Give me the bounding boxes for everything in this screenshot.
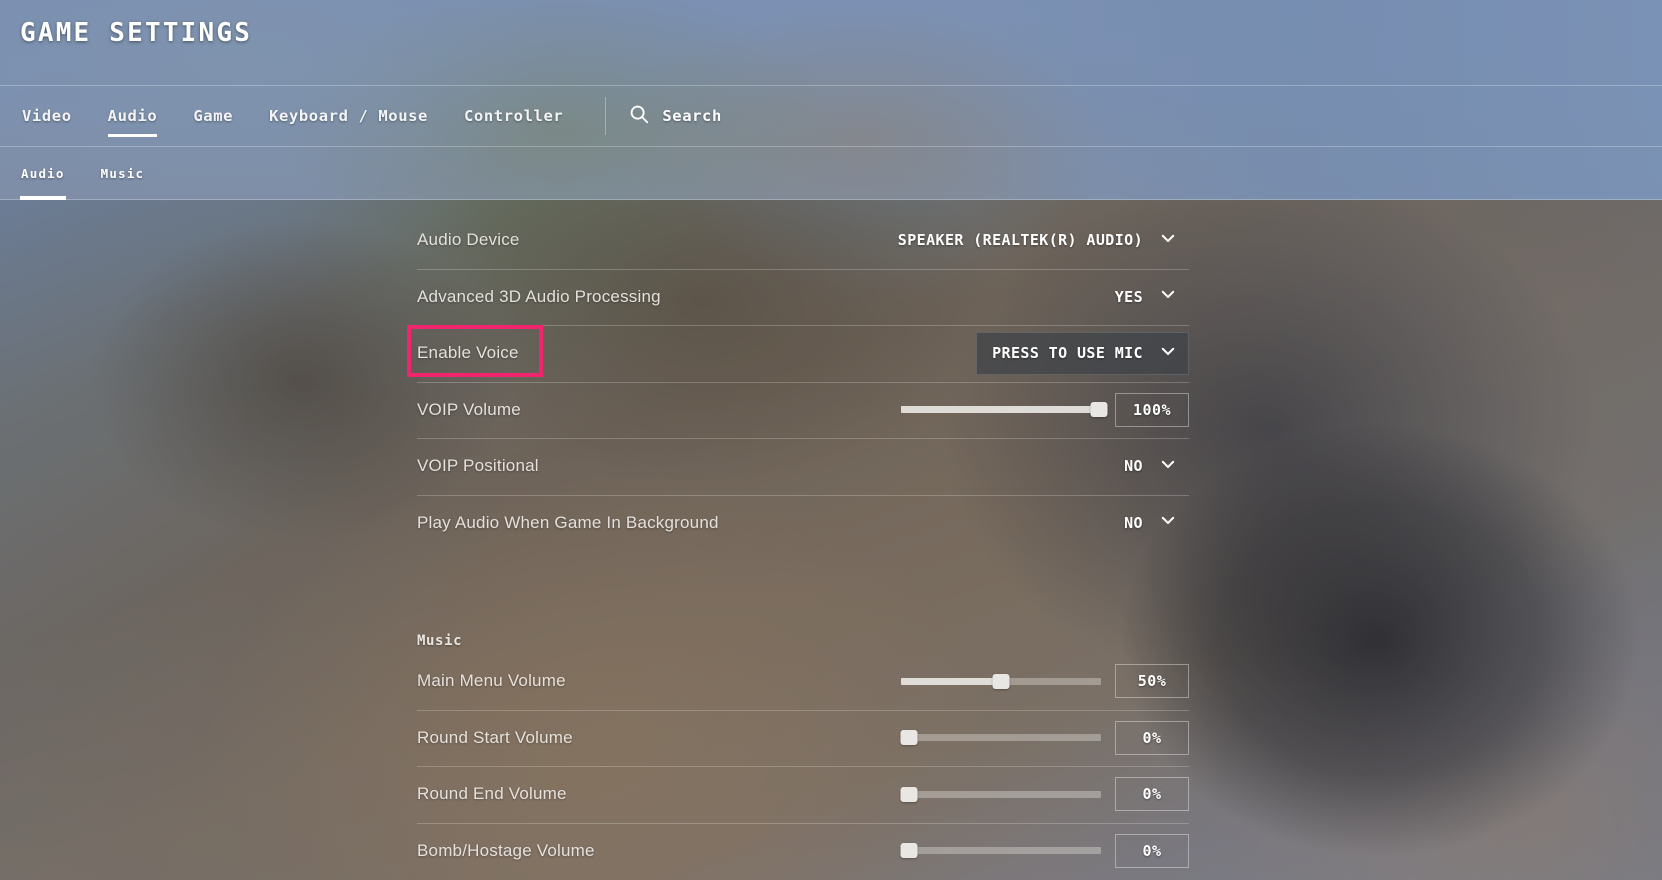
setting-row-round-end-volume: Round End Volume 0% [417,766,1189,823]
voip-positional-dropdown[interactable]: NO [1108,445,1189,488]
dropdown-value: SPEAKER (REALTEK(R) AUDIO) [897,231,1143,250]
slider-knob[interactable] [900,730,918,746]
slider-knob[interactable] [900,786,918,802]
voip-volume-slider[interactable] [901,400,1108,420]
setting-row-audio-device: Audio Device SPEAKER (REALTEK(R) AUDIO) [417,212,1189,269]
dropdown-value: PRESS TO USE MIC [992,344,1143,363]
header: GAME SETTINGS [0,0,1662,85]
bomb-hostage-volume-value[interactable]: 0% [1115,833,1189,868]
round-start-volume-value[interactable]: 0% [1115,720,1189,755]
main-menu-volume-slider[interactable] [901,671,1101,691]
settings-list: Audio Device SPEAKER (REALTEK(R) AUDIO) … [417,212,1189,879]
round-start-volume-slider[interactable] [900,728,1101,748]
tab-audio[interactable]: Audio [107,86,158,146]
page-title: GAME SETTINGS [20,18,253,48]
bomb-hostage-volume-slider[interactable] [900,841,1101,861]
setting-control: NO [1108,445,1189,488]
enable-voice-dropdown[interactable]: PRESS TO USE MIC [976,331,1189,375]
setting-control: SPEAKER (REALTEK(R) AUDIO) [882,219,1189,262]
tab-game[interactable]: Game [193,86,233,146]
setting-label: Play Audio When Game In Background [417,512,719,532]
chevron-down-icon [1159,511,1177,534]
setting-control: 0% [900,833,1189,868]
primary-nav: Video Audio Game Keyboard / Mouse Contro… [0,86,1662,146]
slider-knob[interactable] [992,673,1010,689]
setting-row-bomb-hostage-volume: Bomb/Hostage Volume 0% [417,822,1189,880]
setting-label: Audio Device [417,230,520,250]
subtab-music[interactable]: Music [101,147,145,200]
tab-keyboard-mouse[interactable]: Keyboard / Mouse [269,86,428,146]
setting-label: Advanced 3D Audio Processing [417,286,661,306]
round-end-volume-slider[interactable] [900,784,1101,804]
voip-volume-value[interactable]: 100% [1115,392,1189,427]
dropdown-value: NO [1124,457,1143,476]
setting-label: Round End Volume [417,784,567,804]
setting-control: YES [1099,275,1189,318]
setting-control: NO [1108,501,1189,544]
setting-label: VOIP Volume [417,399,521,419]
chevron-down-icon [1159,455,1177,478]
slider-fill [901,677,1001,685]
setting-control: 50% [901,664,1189,699]
setting-control: 0% [900,777,1189,812]
tab-video[interactable]: Video [22,86,72,146]
setting-control: 0% [900,720,1189,755]
setting-label: Enable Voice [417,343,519,363]
setting-label: VOIP Positional [417,456,539,476]
setting-row-advanced-3d-audio: Advanced 3D Audio Processing YES [417,268,1189,326]
setting-label: Round Start Volume [417,727,573,747]
setting-row-voip-volume: VOIP Volume 100% [417,381,1189,439]
slider-track [901,847,1101,855]
search-label: Search [662,107,722,125]
advanced-3d-audio-dropdown[interactable]: YES [1099,275,1189,318]
dropdown-value: NO [1124,513,1143,532]
slider-fill [901,406,1101,414]
setting-control: PRESS TO USE MIC [976,331,1189,375]
main-menu-volume-value[interactable]: 50% [1115,664,1189,699]
chevron-down-icon [1159,229,1177,252]
round-end-volume-value[interactable]: 0% [1115,777,1189,812]
setting-row-play-audio-background: Play Audio When Game In Background NO [417,494,1189,552]
setting-label: Bomb/Hostage Volume [417,840,595,860]
search-button[interactable]: Search [628,103,722,130]
setting-row-main-menu-volume: Main Menu Volume 50% [417,653,1189,710]
slider-knob[interactable] [1090,402,1108,418]
search-icon [628,103,650,130]
dropdown-value: YES [1114,287,1143,306]
setting-control: 100% [901,392,1189,427]
subtab-audio[interactable]: Audio [20,147,66,200]
audio-device-dropdown[interactable]: SPEAKER (REALTEK(R) AUDIO) [882,219,1189,262]
setting-row-voip-positional: VOIP Positional NO [417,438,1189,495]
sub-nav: Audio Music [0,147,1662,200]
setting-row-enable-voice: Enable Voice PRESS TO USE MIC [417,325,1189,382]
slider-knob[interactable] [900,843,918,859]
section-heading-music: Music [417,633,463,649]
nav-separator [605,97,607,135]
setting-row-round-start-volume: Round Start Volume 0% [417,709,1189,767]
chevron-down-icon [1159,342,1177,365]
setting-label: Main Menu Volume [417,671,566,691]
tab-controller[interactable]: Controller [464,86,563,146]
play-audio-background-dropdown[interactable]: NO [1108,501,1189,544]
slider-track [901,790,1101,798]
chevron-down-icon [1159,285,1177,308]
slider-track [901,734,1101,742]
